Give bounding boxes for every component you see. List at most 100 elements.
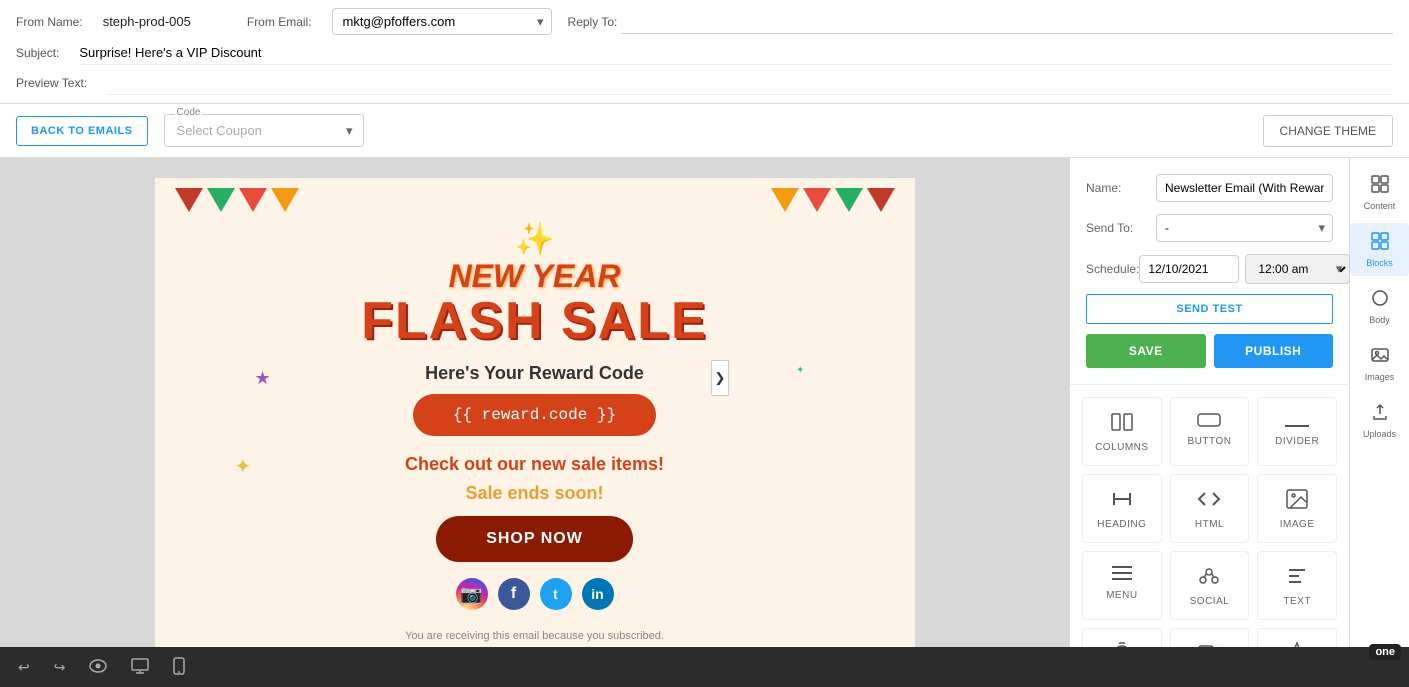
email-preview: ❯ (0, 158, 1069, 647)
linkedin-icon[interactable]: in (582, 578, 614, 610)
text-icon (1266, 564, 1328, 592)
email-footer-text: You are receiving this email because you… (175, 622, 895, 647)
subject-input[interactable] (79, 41, 1393, 65)
blocks-grid: COLUMNS BUTTON (1082, 397, 1337, 647)
reply-to-input[interactable] (621, 10, 1393, 34)
right-panel-container: Name: Send To: - Schedule: (1069, 158, 1409, 647)
block-menu-label: MENU (1091, 590, 1153, 601)
send-to-select[interactable]: - (1156, 214, 1333, 242)
name-label: Name: (1086, 181, 1156, 195)
from-email-select-wrapper[interactable]: mktg@pfoffers.com info@pfoffers.com (332, 8, 552, 35)
from-name-label: From Name: (16, 15, 83, 29)
sidebar-settings: Name: Send To: - Schedule: (1070, 158, 1349, 385)
block-heading-label: HEADING (1091, 519, 1153, 530)
block-heading[interactable]: HEADING (1082, 474, 1162, 543)
heading-icon (1091, 487, 1153, 515)
html-icon (1179, 487, 1241, 515)
block-timer[interactable]: TIMER (1082, 628, 1162, 647)
from-email-select[interactable]: mktg@pfoffers.com info@pfoffers.com (332, 8, 552, 35)
block-text[interactable]: TEXT (1257, 551, 1337, 620)
send-test-button[interactable]: SEND TEST (1086, 294, 1333, 324)
image-icon (1266, 487, 1328, 515)
sidebar-panel: Name: Send To: - Schedule: (1069, 158, 1349, 647)
bottom-toolbar: ↩ ↪ (0, 647, 1409, 687)
timer-icon (1091, 641, 1153, 647)
undo-button[interactable]: ↩ (12, 655, 36, 680)
block-social-label: SOCIAL (1179, 596, 1241, 607)
subject-label: Subject: (16, 46, 59, 60)
preview-text-label: Preview Text: (16, 76, 87, 90)
code-label: Code (175, 107, 203, 118)
main-layout: ❯ (0, 158, 1409, 647)
block-social[interactable]: SOCIAL (1170, 551, 1250, 620)
desktop-view-button[interactable] (125, 654, 155, 681)
schedule-row: Schedule: 12:00 am ▾ (1086, 254, 1333, 284)
facebook-icon[interactable]: f (498, 578, 530, 610)
shop-now-button[interactable]: SHOP NOW (436, 516, 633, 562)
new-year-text: NEW YEAR (175, 258, 895, 295)
from-email-label: From Email: (247, 15, 312, 29)
instagram-icon[interactable]: 📷 (456, 578, 488, 610)
collapse-panel-button[interactable]: ❯ (711, 360, 729, 396)
schedule-date-input[interactable] (1139, 255, 1239, 283)
blocks-icon (1370, 231, 1390, 256)
menu-icon (1091, 564, 1153, 586)
blocks-label: Blocks (1366, 258, 1393, 268)
redo-button[interactable]: ↪ (48, 655, 72, 680)
panel-images[interactable]: Images (1350, 337, 1409, 390)
header-row-3: Preview Text: (16, 71, 1393, 95)
block-html[interactable]: HTML (1170, 474, 1250, 543)
schedule-label: Schedule: (1086, 262, 1139, 276)
block-divider-label: DIVIDER (1266, 436, 1328, 447)
top-bar: From Name: steph-prod-005 From Email: mk… (0, 0, 1409, 104)
mobile-view-button[interactable] (167, 653, 191, 682)
coupon-select-wrapper[interactable]: Code Select Coupon (164, 114, 364, 147)
social-icon (1179, 564, 1241, 592)
back-to-emails-button[interactable]: BACK TO EMAILS (16, 116, 148, 146)
email-canvas: ✨ NEW YEAR FLASH SALE ★ ✦ Here's Your Re… (155, 178, 915, 647)
block-brand-logo[interactable]: BRAND LO... (1257, 628, 1337, 647)
preview-button[interactable] (83, 655, 113, 680)
header-row-2: Subject: (16, 41, 1393, 65)
name-field: Name: (1086, 174, 1333, 202)
send-to-label: Send To: (1086, 221, 1156, 235)
send-to-select-wrapper[interactable]: - (1156, 214, 1333, 242)
check-out-text: Check out our new sale items! (175, 454, 895, 475)
header-row-1: From Name: steph-prod-005 From Email: mk… (16, 8, 1393, 35)
video-icon (1179, 641, 1241, 647)
email-toolbar: BACK TO EMAILS Code Select Coupon CHANGE… (0, 104, 1409, 158)
panel-blocks[interactable]: Blocks (1350, 223, 1409, 276)
publish-button[interactable]: PUBLISH (1214, 334, 1334, 368)
brand-logo-icon (1266, 641, 1328, 647)
reply-to-label: Reply To: (568, 15, 618, 29)
time-select-wrapper[interactable]: 12:00 am (1245, 254, 1350, 284)
images-label: Images (1365, 372, 1395, 382)
uploads-icon (1370, 402, 1390, 427)
coupon-placeholder: Select Coupon (177, 123, 262, 138)
block-button[interactable]: BUTTON (1170, 397, 1250, 466)
preview-text-input[interactable] (107, 71, 1393, 95)
send-to-field: Send To: - (1086, 214, 1333, 242)
name-input[interactable] (1156, 174, 1333, 202)
twitter-icon[interactable]: t (540, 578, 572, 610)
change-theme-button[interactable]: CHANGE THEME (1263, 115, 1393, 147)
block-divider[interactable]: DIVIDER (1257, 397, 1337, 466)
panel-uploads[interactable]: Uploads (1350, 394, 1409, 447)
uploads-label: Uploads (1363, 429, 1396, 439)
social-icons: 📷 f t in (175, 578, 895, 610)
schedule-time-select[interactable]: 12:00 am (1245, 254, 1350, 284)
images-icon (1370, 345, 1390, 370)
panel-body[interactable]: Body (1350, 280, 1409, 333)
reward-code-btn: {{ reward.code }} (413, 394, 656, 436)
panel-content[interactable]: Content (1350, 166, 1409, 219)
block-columns-label: COLUMNS (1091, 442, 1153, 453)
save-button[interactable]: SAVE (1086, 334, 1206, 368)
flash-sale-text: FLASH SALE (175, 295, 895, 347)
block-columns[interactable]: COLUMNS (1082, 397, 1162, 466)
block-image[interactable]: IMAGE (1257, 474, 1337, 543)
content-label: Content (1364, 201, 1396, 211)
columns-icon (1091, 410, 1153, 438)
block-menu[interactable]: MENU (1082, 551, 1162, 620)
block-video[interactable]: VIDEO (1170, 628, 1250, 647)
action-buttons: SAVE PUBLISH (1086, 334, 1333, 368)
